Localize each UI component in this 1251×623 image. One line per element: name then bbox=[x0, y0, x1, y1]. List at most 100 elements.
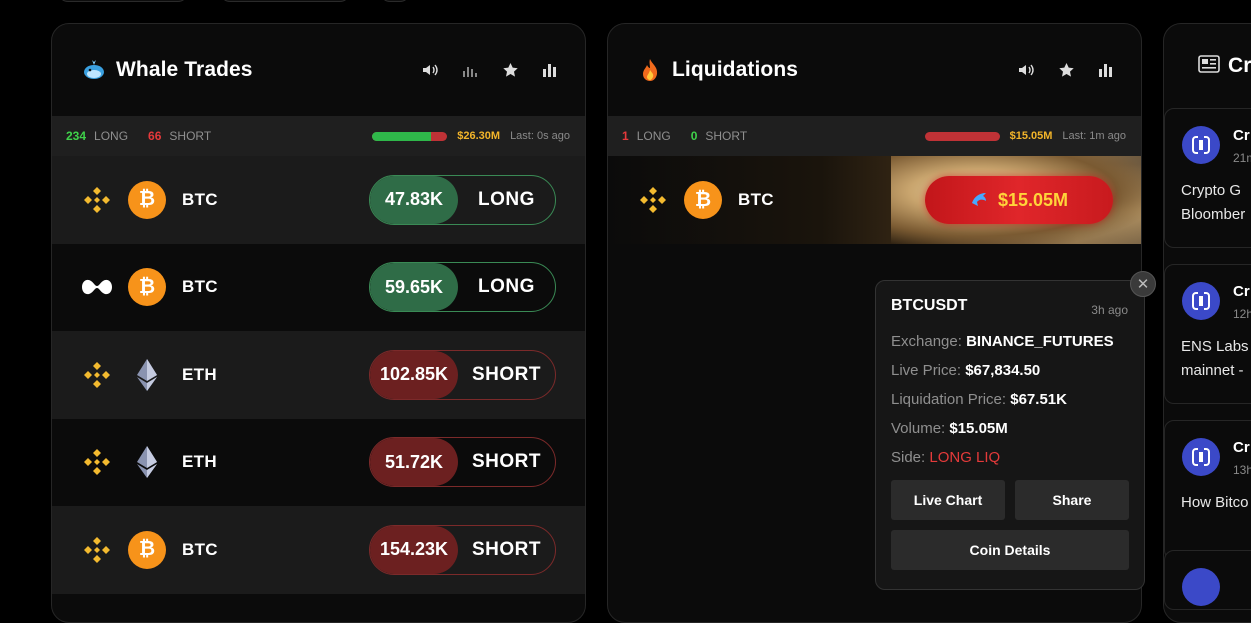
binance-icon bbox=[636, 183, 670, 217]
coin-symbol: BTC bbox=[738, 190, 774, 209]
news-source-avatar bbox=[1182, 282, 1220, 320]
bars-icon[interactable] bbox=[461, 62, 479, 78]
trade-value: 47.83K bbox=[370, 175, 458, 224]
ethereum-icon bbox=[128, 356, 166, 394]
bitcoin-icon: ₿ bbox=[128, 530, 166, 569]
star-icon[interactable] bbox=[501, 62, 519, 78]
whale-trade-row[interactable]: ₿ BTC 59.65K LONG bbox=[52, 244, 585, 332]
ethereum-icon bbox=[128, 443, 166, 481]
bitcoin-icon: ₿ bbox=[684, 181, 722, 219]
tooltip-live-price: Live Price: $67,834.50 bbox=[891, 362, 1041, 379]
news-source-avatar bbox=[1182, 568, 1220, 606]
liq-ratio-bar bbox=[924, 131, 1000, 141]
news-text-line: Bloomber bbox=[1181, 206, 1246, 223]
tooltip-exchange: Exchange: BINANCE_FUTURES bbox=[891, 333, 1114, 350]
top-tab[interactable] bbox=[58, 0, 188, 2]
binance-icon bbox=[80, 445, 114, 479]
long-count: 234 bbox=[66, 129, 87, 143]
fire-icon bbox=[638, 58, 662, 82]
whale-trade-row[interactable]: ₿ BTC 154.23K SHORT bbox=[52, 506, 585, 594]
trade-pill[interactable]: 59.65K LONG bbox=[369, 262, 556, 313]
news-source-avatar bbox=[1182, 438, 1220, 476]
last-update: Last: 1m ago bbox=[1062, 130, 1126, 142]
coin-details-button[interactable]: Coin Details bbox=[891, 530, 1129, 570]
liquidation-row[interactable]: ₿ BTC $15.05M bbox=[608, 156, 1141, 244]
news-source-avatar bbox=[1182, 126, 1220, 164]
coin-symbol: ETH bbox=[182, 364, 217, 384]
news-card[interactable]: Cr 12h ENS Labs mainnet - bbox=[1164, 264, 1251, 404]
total-amount: $15.05M bbox=[1009, 130, 1053, 142]
share-button[interactable]: Share bbox=[1015, 480, 1129, 520]
coin-symbol: BTC bbox=[182, 539, 218, 559]
total-amount: $26.30M bbox=[457, 130, 501, 142]
trade-value: 154.23K bbox=[370, 525, 458, 574]
sound-icon[interactable] bbox=[421, 62, 439, 78]
star-icon[interactable] bbox=[1057, 62, 1075, 78]
news-author: Cr bbox=[1233, 283, 1250, 300]
long-short-ratio-bar bbox=[372, 131, 448, 141]
bitcoin-icon: ₿ bbox=[128, 180, 166, 219]
whale-stats-bar: 234 LONG 66 SHORT $26.30M Last: 0s ago bbox=[52, 116, 585, 156]
tooltip-liq-price: Liquidation Price: $67.51K bbox=[891, 391, 1067, 408]
news-author: Cr bbox=[1233, 127, 1250, 144]
liquidation-amount-button[interactable]: $15.05M bbox=[925, 176, 1113, 224]
coin-symbol: BTC bbox=[182, 277, 218, 297]
close-icon[interactable]: ✕ bbox=[1130, 271, 1156, 297]
long-label: LONG bbox=[636, 129, 671, 143]
sound-icon[interactable] bbox=[1017, 62, 1035, 78]
whale-trade-row[interactable]: ETH 102.85K SHORT bbox=[52, 331, 585, 419]
whale-icon bbox=[82, 58, 106, 82]
newspaper-icon bbox=[1198, 54, 1220, 74]
news-time: 21m bbox=[1233, 151, 1251, 165]
coin-symbol: BTC bbox=[182, 189, 218, 209]
trade-side: SHORT bbox=[472, 451, 541, 473]
whale-trade-row[interactable]: ETH 51.72K SHORT bbox=[52, 419, 585, 507]
news-time: 13h bbox=[1233, 463, 1251, 477]
news-text-line: mainnet - bbox=[1181, 362, 1244, 379]
liquidation-amount: $15.05M bbox=[997, 189, 1069, 210]
whale-trades-panel: Whale Trades 234 LONG 66 SHORT $26.30M L… bbox=[51, 23, 586, 623]
bitcoin-icon: ₿ bbox=[128, 268, 166, 307]
top-tab[interactable] bbox=[220, 0, 350, 2]
trade-pill[interactable]: 154.23K SHORT bbox=[369, 524, 556, 575]
whale-trades-header: Whale Trades bbox=[52, 24, 585, 116]
news-text-line: ENS Labs bbox=[1181, 338, 1249, 355]
panel-title: Liquidations bbox=[672, 58, 799, 81]
panel-title: Cr bbox=[1228, 54, 1251, 77]
binance-icon bbox=[80, 358, 114, 392]
short-count: 0 bbox=[690, 129, 698, 143]
trade-pill[interactable]: 102.85K SHORT bbox=[369, 349, 556, 400]
trade-side: SHORT bbox=[472, 538, 541, 560]
top-tab[interactable] bbox=[380, 0, 410, 2]
news-card[interactable] bbox=[1164, 550, 1251, 610]
news-author: Cr bbox=[1233, 439, 1250, 456]
live-chart-button[interactable]: Live Chart bbox=[891, 480, 1005, 520]
short-label: SHORT bbox=[169, 129, 212, 143]
last-update: Last: 0s ago bbox=[510, 130, 570, 142]
liq-stats-bar: 1 LONG 0 SHORT $15.05M Last: 1m ago bbox=[608, 116, 1141, 156]
chart-icon[interactable] bbox=[1097, 62, 1115, 78]
panel-title: Whale Trades bbox=[116, 58, 253, 81]
news-card[interactable]: Cr 13h How Bitco bbox=[1164, 420, 1251, 560]
news-text-line: How Bitco bbox=[1181, 494, 1249, 511]
whale-trade-row[interactable]: ₿ BTC 47.83K LONG bbox=[52, 156, 585, 244]
trade-pill[interactable]: 47.83K LONG bbox=[369, 174, 556, 225]
trade-value: 59.65K bbox=[370, 263, 458, 312]
binance-icon bbox=[80, 533, 114, 567]
trade-value: 51.72K bbox=[370, 438, 458, 487]
binance-icon bbox=[80, 183, 114, 217]
long-label: LONG bbox=[94, 129, 129, 143]
news-time: 12h bbox=[1233, 307, 1251, 321]
trade-value: 102.85K bbox=[370, 350, 458, 399]
short-count: 66 bbox=[148, 129, 162, 143]
liquidation-tooltip: ✕ BTCUSDT 3h ago Exchange: BINANCE_FUTUR… bbox=[875, 271, 1156, 590]
liquidations-header: Liquidations bbox=[608, 24, 1141, 116]
news-text-line: Crypto G bbox=[1181, 182, 1242, 199]
chart-icon[interactable] bbox=[541, 62, 559, 78]
trade-side: SHORT bbox=[472, 363, 541, 385]
news-card[interactable]: Cr 21m Crypto G Bloomber bbox=[1164, 108, 1251, 248]
tooltip-side: Side: LONG LIQ bbox=[891, 449, 1001, 466]
trade-pill[interactable]: 51.72K SHORT bbox=[369, 437, 556, 488]
tooltip-volume: Volume: $15.05M bbox=[891, 420, 1008, 437]
short-label: SHORT bbox=[705, 129, 748, 143]
